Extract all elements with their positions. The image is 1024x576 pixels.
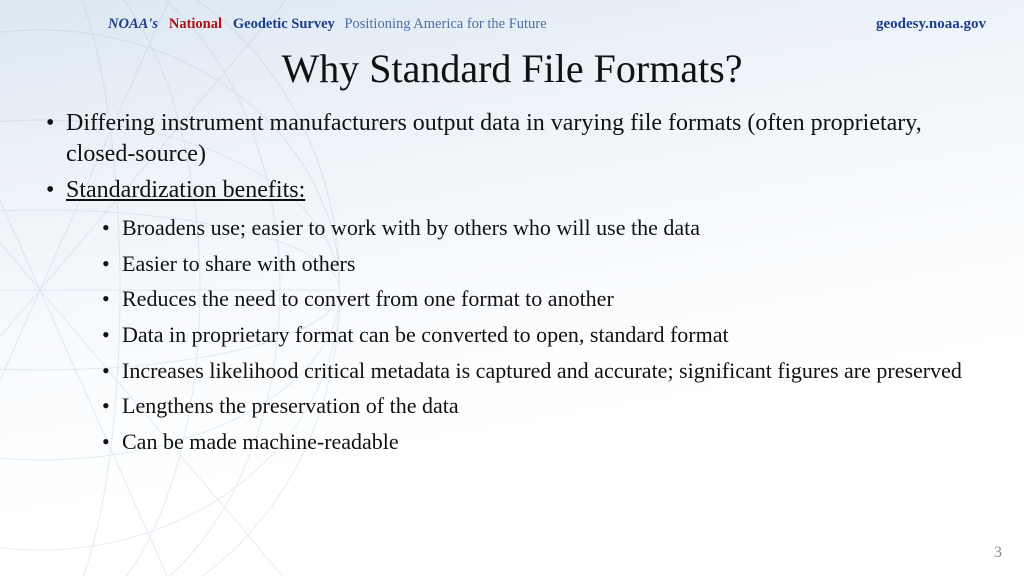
bullet-sub: Easier to share with others xyxy=(66,250,980,279)
bullet-sub: Data in proprietary format can be conver… xyxy=(66,321,980,350)
bullet-sub: Broadens use; easier to work with by oth… xyxy=(66,214,980,243)
slide-title: Why Standard File Formats? xyxy=(0,45,1024,92)
page-number: 3 xyxy=(994,544,1002,562)
bullet-sub: Reduces the need to convert from one for… xyxy=(66,285,980,314)
tagline: Positioning America for the Future xyxy=(344,16,546,32)
benefits-label: Standardization benefits: xyxy=(66,177,305,203)
header-left: NOAA's National Geodetic Survey Position… xyxy=(108,16,547,33)
bullet-sub: Can be made machine-readable xyxy=(66,428,980,457)
bullet-top-1: Differing instrument manufacturers outpu… xyxy=(44,108,980,169)
noaa-label: NOAA's xyxy=(108,16,158,32)
bullet-sub: Lengthens the preservation of the data xyxy=(66,392,980,421)
site-url: geodesy.noaa.gov xyxy=(876,16,986,33)
ngs-geodetic-survey: Geodetic Survey xyxy=(233,16,335,32)
slide-body: Differing instrument manufacturers outpu… xyxy=(0,92,1024,456)
bullet-top-2: Standardization benefits: Broadens use; … xyxy=(44,175,980,456)
slide-header: NOAA's National Geodetic Survey Position… xyxy=(0,0,1024,33)
bullet-sub: Increases likelihood critical metadata i… xyxy=(66,357,980,386)
ngs-national: National xyxy=(169,16,222,32)
